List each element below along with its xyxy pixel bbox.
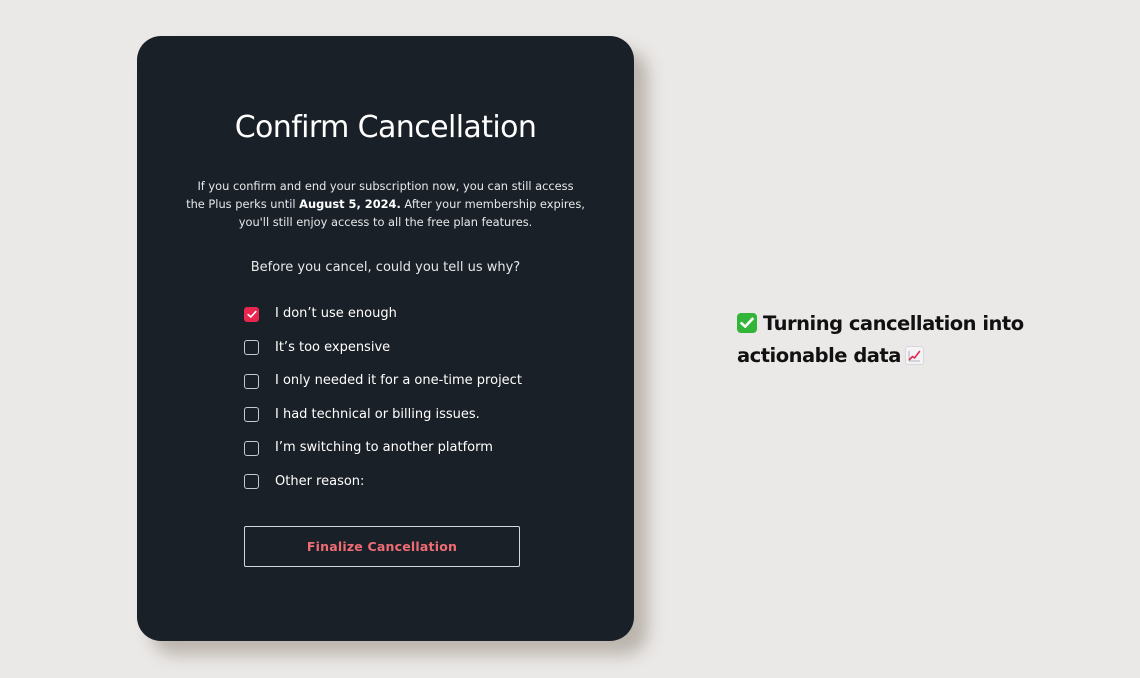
reason-checkbox[interactable] (244, 474, 259, 489)
caption-line-2: actionable data (737, 344, 901, 367)
reason-option[interactable]: I had technical or billing issues. (244, 406, 574, 424)
modal-title: Confirm Cancellation (234, 110, 537, 145)
modal-description: If you confirm and end your subscription… (177, 177, 594, 231)
chart-increasing-icon (904, 346, 924, 365)
reason-prompt: Before you cancel, could you tell us why… (250, 260, 521, 275)
description-line-1: If you confirm and end your subscription… (197, 179, 574, 193)
reason-label: It’s too expensive (275, 339, 391, 355)
reason-list: I don’t use enough It’s too expensive I … (244, 305, 574, 506)
reason-option[interactable]: I only needed it for a one-time project (244, 372, 574, 390)
reason-label: I only needed it for a one-time project (275, 373, 522, 388)
reason-checkbox-checked[interactable] (244, 306, 259, 322)
reason-checkbox[interactable] (244, 340, 259, 355)
reason-checkbox[interactable] (244, 407, 259, 422)
reason-label: Other reason: (275, 473, 365, 489)
expiry-date: August 5, 2024. (299, 197, 401, 211)
reason-checkbox[interactable] (244, 440, 259, 456)
cancellation-modal: Confirm Cancellation If you confirm and … (137, 36, 634, 641)
reason-label: I don’t use enough (275, 306, 397, 321)
reason-checkbox[interactable] (244, 373, 259, 389)
description-line-3: you'll still enjoy access to all the fre… (238, 215, 533, 229)
description-line-2-suffix: After your membership expires, (400, 197, 585, 211)
finalize-cancellation-button[interactable]: Finalize Cancellation (244, 526, 520, 567)
reason-label: I had technical or billing issues. (275, 406, 480, 422)
caption: Turning cancellation into actionable dat… (737, 308, 1067, 372)
reason-option[interactable]: I’m switching to another platform (244, 439, 574, 457)
reason-label: I’m switching to another platform (275, 440, 493, 455)
reason-option[interactable]: Other reason: (244, 473, 574, 491)
reason-option[interactable]: It’s too expensive (244, 339, 574, 357)
reason-option[interactable]: I don’t use enough (244, 305, 574, 323)
description-line-2-prefix: the Plus perks until (186, 197, 300, 211)
caption-line-1: Turning cancellation into (763, 312, 1024, 335)
check-mark-icon (737, 313, 757, 333)
